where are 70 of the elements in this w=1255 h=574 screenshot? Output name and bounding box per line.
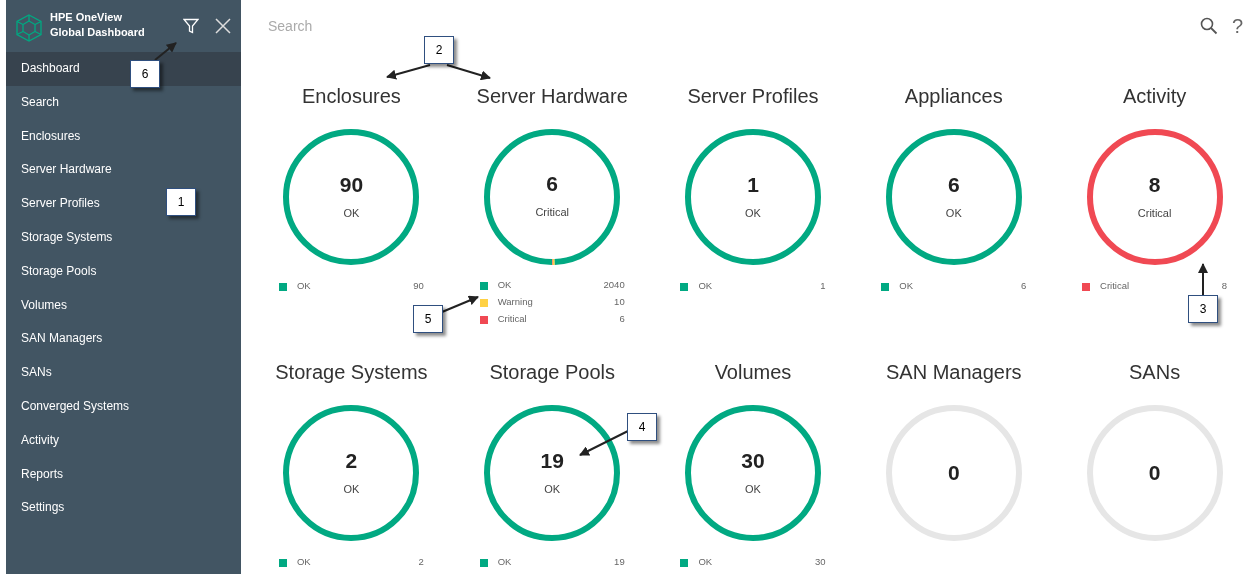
count-value: 0 xyxy=(1148,461,1161,485)
card-title: Server Profiles xyxy=(687,84,819,109)
legend-label: OK xyxy=(698,555,713,570)
sidebar-item[interactable]: Search xyxy=(6,85,241,120)
count-value: 19 xyxy=(540,448,564,473)
card-title: Volumes xyxy=(714,360,792,385)
sidebar-item[interactable]: Storage Systems xyxy=(6,221,241,255)
callout-label: 2 xyxy=(424,36,454,64)
help-button[interactable]: ? xyxy=(1217,11,1243,41)
legend-count: 2 xyxy=(418,555,424,570)
sidebar-item[interactable]: Activity xyxy=(6,423,241,458)
legend-count: 6 xyxy=(1021,279,1027,294)
card-title: Appliances xyxy=(904,84,1003,109)
callout-label: 1 xyxy=(166,188,196,216)
callout-label: 6 xyxy=(130,60,160,88)
legend-label: Critical xyxy=(497,312,527,327)
legend-count: 19 xyxy=(614,555,625,570)
callout-label: 4 xyxy=(627,413,657,441)
legend-label: OK xyxy=(296,555,311,570)
status-label: Critical xyxy=(535,205,569,221)
sidebar-item[interactable]: Storage Pools xyxy=(6,254,241,289)
status-label: Critical xyxy=(1137,205,1172,221)
legend-count: 90 xyxy=(413,279,424,294)
legend-count: 1 xyxy=(820,279,826,294)
legend-count: 30 xyxy=(814,555,826,570)
status-label: OK xyxy=(945,205,962,221)
legend-count: 8 xyxy=(1221,279,1228,294)
legend-label: OK xyxy=(296,279,311,294)
app-title: HPE OneView xyxy=(50,10,123,25)
card-title: Enclosures xyxy=(301,84,401,109)
card-title: Storage Systems xyxy=(275,360,428,385)
legend-label: OK xyxy=(698,279,713,294)
sidebar-item[interactable]: SANs xyxy=(6,356,241,390)
legend-count: 2040 xyxy=(603,278,625,293)
legend-label: OK xyxy=(497,278,512,293)
count-value: 8 xyxy=(1148,172,1161,197)
status-label: OK xyxy=(343,481,360,497)
status-label: OK xyxy=(745,481,761,497)
count-value: 1 xyxy=(747,172,759,197)
legend-count: 6 xyxy=(619,312,625,327)
status-label: OK xyxy=(544,481,561,497)
legend-label: OK xyxy=(497,555,512,570)
count-value: 6 xyxy=(947,172,960,197)
count-value: 6 xyxy=(546,172,559,197)
search-field[interactable]: Search xyxy=(266,14,666,38)
card-title: SAN Managers xyxy=(885,360,1022,385)
sidebar-item[interactable]: Server Hardware xyxy=(6,153,241,188)
card-title: Storage Pools xyxy=(489,360,615,385)
callout-label: 5 xyxy=(413,305,443,333)
sidebar-item[interactable]: Reports xyxy=(6,457,241,492)
sidebar-item[interactable]: SAN Managers xyxy=(6,322,241,357)
legend-label: OK xyxy=(899,279,913,294)
count-value: 0 xyxy=(947,461,960,485)
card-title: SANs xyxy=(1129,360,1181,385)
card-title: Server Hardware xyxy=(476,84,628,109)
legend-label: Warning xyxy=(497,295,533,310)
count-value: 2 xyxy=(345,448,358,473)
count-value: 90 xyxy=(339,172,364,197)
sidebar-item[interactable]: Settings xyxy=(6,491,241,526)
card-title: Activity xyxy=(1122,84,1187,109)
legend-count: 10 xyxy=(614,295,625,310)
legend-label: Critical xyxy=(1100,279,1130,294)
callout-label: 3 xyxy=(1188,295,1218,323)
app-subtitle: Global Dashboard xyxy=(50,25,145,40)
count-value: 30 xyxy=(741,448,765,473)
sidebar-item[interactable]: Volumes xyxy=(6,288,241,323)
sidebar-item[interactable]: Enclosures xyxy=(6,119,241,154)
status-label: OK xyxy=(745,205,761,221)
status-label: OK xyxy=(343,205,360,221)
sidebar-item[interactable]: Converged Systems xyxy=(6,389,241,424)
